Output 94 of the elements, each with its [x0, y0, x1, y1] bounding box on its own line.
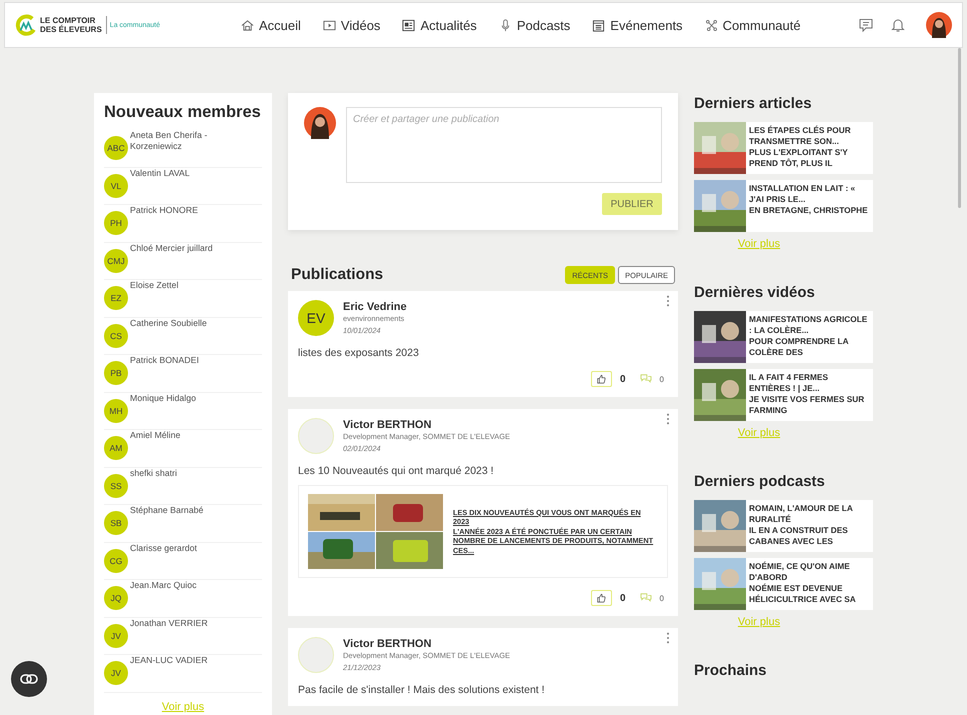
nav-link[interactable]: Actualités [402, 18, 477, 32]
content-card[interactable]: MANIFESTATIONS AGRICOLE : LA COLÈRE... POUR COMPRENDRE LA COLÈRE DES [694, 311, 873, 363]
member-avatar[interactable]: SB [104, 511, 128, 535]
member-avatar[interactable]: EZ [104, 286, 128, 310]
thumbs-up-icon [596, 374, 606, 384]
member-avatar[interactable]: JV [104, 624, 128, 648]
card-excerpt: PLUS L'EXPLOITANT S'Y PREND TÔT, PLUS IL [749, 147, 849, 169]
logo-text: LE COMPTOIR [40, 16, 96, 25]
member-avatar[interactable]: ABC [104, 136, 128, 160]
member-name[interactable]: Clarisse gerardot [130, 542, 260, 579]
section-title: Prochains [694, 662, 768, 679]
member-avatar[interactable]: CG [104, 548, 128, 572]
content-card[interactable]: LES ÉTAPES CLÉS POUR TRANSMETTRE SON... PLUS L'EXPLOITANT S'Y PREND TÔT, PLUS IL [694, 122, 873, 174]
content-card[interactable]: ROMAIN, L'AMOUR DE LA RURALITÉ IL EN A CONSTRUIT DES CABANES AVEC LES [694, 500, 873, 552]
rings-icon [20, 674, 38, 684]
member-avatar[interactable]: JQ [104, 586, 128, 610]
card-title[interactable]: NOÉMIE, CE QU'ON AIME D'ABORD [749, 561, 871, 583]
like-count: 0 [620, 592, 626, 604]
user-avatar[interactable] [926, 12, 952, 38]
post-text: Les 10 Nouveautés qui ont marqué 2023 ! [298, 465, 495, 477]
member-avatar[interactable]: CS [104, 324, 128, 348]
member-avatar[interactable]: VL [104, 174, 128, 198]
post-text: listes des exposants 2023 [298, 347, 420, 359]
member-name[interactable]: Patrick HONORE [130, 205, 260, 242]
film-icon [322, 18, 336, 32]
member-avatar[interactable]: AM [104, 436, 128, 460]
nav-link[interactable]: Evénements [592, 18, 683, 32]
member-avatar[interactable]: PH [104, 211, 128, 235]
user-avatar [304, 107, 336, 139]
author-name[interactable]: Victor BERTHON [343, 638, 510, 650]
content-card[interactable]: NOÉMIE, CE QU'ON AIME D'ABORD NOÉMIE EST DEVENUE HÉLICICULTRICE AVEC SA [694, 558, 873, 610]
card-excerpt: NOÉMIE EST DEVENUE HÉLICICULTRICE AVEC SA [749, 583, 857, 605]
like-count: 0 [620, 374, 626, 384]
author-avatar[interactable]: EV [298, 300, 334, 336]
section-title: Derniers articles [694, 95, 813, 112]
member-name[interactable]: shefki shatri [130, 468, 260, 504]
member-avatar[interactable]: MH [104, 398, 128, 422]
content-card[interactable]: INSTALLATION EN LAIT : « J'AI PRIS LE... EN BRETAGNE, CHRISTOPHE [694, 180, 873, 232]
member-name[interactable]: Jonathan VERRIER [130, 618, 260, 654]
nav-link[interactable]: Podcasts [498, 18, 570, 32]
member-name[interactable]: Stéphane Barnabé [130, 505, 260, 542]
like-button[interactable] [590, 371, 612, 387]
card-excerpt: IL EN A CONSTRUIT DES CABANES AVEC LES [749, 525, 849, 547]
calendar-icon [592, 18, 606, 32]
floating-button[interactable] [11, 661, 47, 697]
card-title[interactable]: INSTALLATION EN LAIT : « J'AI PRIS LE... [749, 183, 871, 205]
member-name[interactable]: Monique Hidalgo [130, 392, 260, 429]
member-name[interactable]: JEAN-LUC VADIER [130, 655, 260, 692]
section-title: Derniers podcasts [694, 473, 826, 490]
member-name[interactable]: Eloise Zettel [130, 280, 260, 316]
home-icon [241, 18, 254, 32]
bell-icon[interactable] [890, 17, 906, 33]
logo-text: DES ÉLEVEURS [40, 25, 102, 34]
nav-link[interactable]: Vidéos [322, 18, 380, 32]
author-name[interactable]: Eric Vedrine [343, 301, 407, 313]
card-title[interactable]: MANIFESTATIONS AGRICOLE : LA COLÈRE... [749, 314, 871, 336]
member-avatar[interactable]: SS [104, 474, 128, 498]
publish-button[interactable]: PUBLIER [602, 193, 662, 215]
card-title[interactable]: IL A FAIT 4 FERMES ENTIÈRES ! | JE... [749, 372, 871, 394]
card-excerpt: POUR COMPRENDRE LA COLÈRE DES [749, 336, 850, 358]
comment-count: 0 [660, 374, 664, 384]
member-name[interactable]: Aneta Ben Cherifa - Korzeniewicz [130, 130, 260, 166]
member-avatar[interactable]: CMJ [104, 248, 128, 272]
member-name[interactable]: Jean.Marc Quioc [130, 580, 260, 616]
card-excerpt: JE VISITE VOS FERMES SUR FARMING [749, 394, 866, 416]
member-avatar[interactable]: JV [104, 661, 128, 685]
card-title[interactable]: ROMAIN, L'AMOUR DE LA RURALITÉ [749, 503, 871, 525]
more-options-icon[interactable] [666, 413, 670, 425]
nav-link[interactable]: Accueil [241, 18, 301, 32]
member-name[interactable]: Patrick BONADEI [130, 355, 260, 392]
newspaper-icon [402, 18, 416, 32]
section-title: Nouveaux membres [104, 103, 262, 122]
member-name[interactable]: Catherine Soubielle [130, 318, 260, 354]
thumbs-up-icon [596, 593, 606, 603]
logo-icon [15, 14, 37, 36]
section-title: Publications [291, 266, 384, 284]
post-input[interactable]: Créer et partager une publication [346, 107, 662, 183]
member-name[interactable]: Valentin LAVAL [130, 168, 260, 204]
post-text: Pas facile de s'installer ! Mais des solutions existent ! [298, 684, 546, 696]
section-title: Dernières vidéos [694, 284, 816, 301]
comment-count: 0 [660, 594, 664, 602]
member-avatar[interactable]: PB [104, 361, 128, 385]
member-name[interactable]: Amiel Méline [130, 430, 260, 466]
card-excerpt: EN BRETAGNE, CHRISTOPHE [749, 205, 869, 216]
network-icon [704, 18, 718, 32]
message-icon[interactable] [858, 17, 874, 33]
nav-link[interactable]: Communauté [704, 18, 801, 32]
member-name[interactable]: Chloé Mercier juillard [130, 242, 260, 279]
author-name[interactable]: Victor BERTHON [343, 419, 510, 431]
more-options-icon[interactable] [666, 295, 670, 307]
like-button[interactable] [590, 590, 612, 606]
card-title[interactable]: LES ÉTAPES CLÉS POUR TRANSMETTRE SON... [749, 125, 871, 147]
content-card[interactable]: IL A FAIT 4 FERMES ENTIÈRES ! | JE... JE VISITE VOS FERMES SUR FARMING [694, 369, 873, 421]
more-options-icon[interactable] [666, 632, 670, 644]
